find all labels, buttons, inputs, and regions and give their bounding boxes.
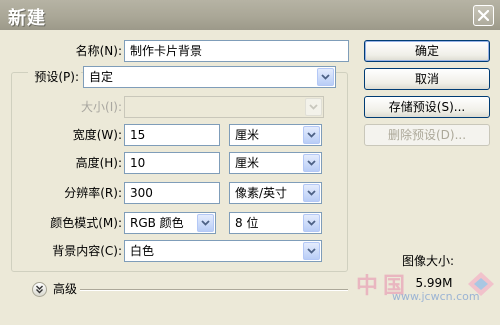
delete-preset-button[interactable]: 删除预设(D)...	[364, 124, 490, 146]
height-label: 高度(H):	[75, 156, 122, 170]
cancel-button[interactable]: 取消	[364, 68, 490, 90]
chevron-down-icon	[303, 126, 320, 144]
preset-select[interactable]: 自定	[83, 66, 336, 88]
chevron-down-icon	[197, 214, 214, 232]
dialog-title: 新建	[8, 8, 46, 29]
close-icon	[478, 10, 489, 21]
color-mode-select[interactable]: RGB 颜色	[124, 212, 216, 234]
expand-advanced-button[interactable]	[32, 282, 47, 297]
resolution-input[interactable]: 300	[124, 182, 220, 204]
chevron-down-icon	[303, 214, 320, 232]
color-mode-value: RGB 颜色	[130, 216, 184, 230]
resolution-unit-value: 像素/英寸	[235, 186, 288, 200]
chevron-down-icon	[303, 242, 320, 260]
watermark-logo-icon	[468, 272, 494, 296]
background-value: 白色	[130, 244, 155, 258]
chevron-down-icon	[303, 184, 320, 202]
size-select[interactable]	[124, 96, 324, 118]
advanced-label: 高级	[53, 282, 78, 296]
ok-button[interactable]: 确定	[364, 40, 490, 62]
height-input[interactable]: 10	[124, 152, 220, 174]
preset-value: 自定	[89, 70, 114, 84]
background-label: 背景内容(C):	[52, 244, 122, 258]
chevron-down-icon	[305, 98, 322, 116]
width-input[interactable]: 15	[124, 124, 220, 146]
height-unit-value: 厘米	[235, 156, 260, 170]
bit-depth-value: 8 位	[235, 216, 259, 230]
double-chevron-down-icon	[36, 285, 43, 294]
resolution-unit-select[interactable]: 像素/英寸	[229, 182, 322, 204]
size-label: 大小(I):	[81, 100, 122, 114]
name-input[interactable]: 制作卡片背景	[124, 40, 349, 62]
resolution-label: 分辨率(R):	[64, 186, 122, 200]
background-select[interactable]: 白色	[124, 240, 322, 262]
height-unit-select[interactable]: 厘米	[229, 152, 322, 174]
title-bar: 新建	[0, 0, 500, 30]
chevron-down-icon	[303, 154, 320, 172]
width-label: 宽度(W):	[72, 128, 122, 142]
save-preset-button[interactable]: 存储预设(S)...	[364, 96, 490, 118]
close-button[interactable]	[473, 5, 494, 26]
advanced-divider	[80, 289, 348, 291]
color-mode-label: 颜色模式(M):	[50, 216, 122, 230]
width-unit-value: 厘米	[235, 128, 260, 142]
bit-depth-select[interactable]: 8 位	[229, 212, 322, 234]
image-size-label: 图像大小:	[401, 254, 455, 268]
chevron-down-icon	[317, 68, 334, 86]
width-unit-select[interactable]: 厘米	[229, 124, 322, 146]
preset-label: 预设(P):	[28, 66, 81, 88]
name-label: 名称(N):	[75, 44, 122, 58]
